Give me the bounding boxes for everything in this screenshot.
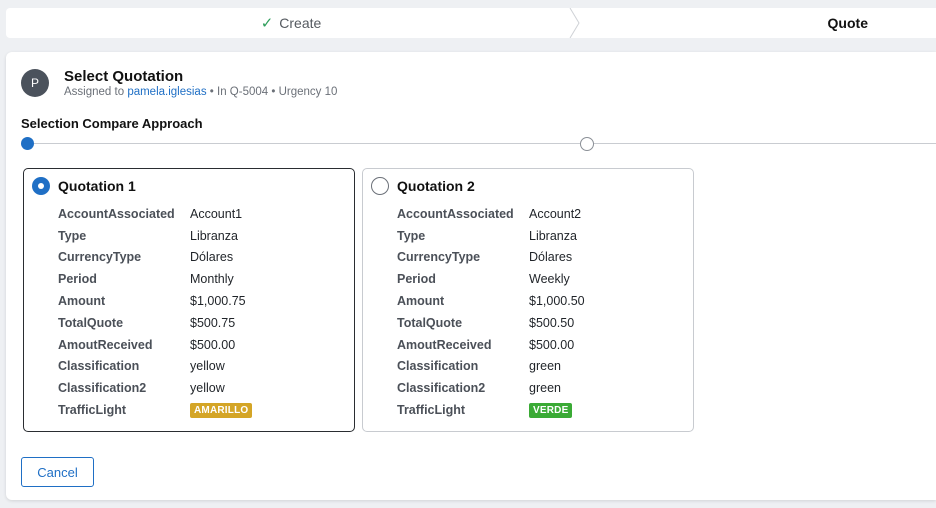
field-row: AccountAssociated Account2 (397, 203, 585, 225)
field-label: Period (397, 272, 436, 287)
field-row: CurrencyType Dólares (397, 247, 585, 269)
field-value: Account2 (529, 206, 582, 221)
carousel-progress-line (27, 143, 936, 144)
case-reference: In Q-5004 (217, 86, 269, 98)
step-quote-label: Quote (827, 15, 868, 31)
field-value: $1,000.50 (529, 294, 585, 309)
field-value: green (529, 381, 561, 396)
field-row: TrafficLight VERDE (397, 399, 585, 421)
field-row: TrafficLight AMARILLO (58, 399, 253, 421)
page-title: Select Quotation (64, 68, 184, 85)
field-label: AccountAssociated (58, 206, 175, 221)
field-row: Classification2 green (397, 377, 585, 399)
step-create[interactable]: ✓ Create (6, 8, 576, 38)
field-value: $500.00 (529, 337, 575, 352)
assignee-link[interactable]: pamela.iglesias (127, 86, 206, 98)
step-quote[interactable]: Quote (586, 8, 936, 38)
field-label: Amount (58, 294, 106, 309)
field-label: Classification (58, 359, 140, 374)
quotation-card-1[interactable]: Quotation 1 AccountAssociated Account1 T… (23, 168, 355, 432)
field-value: Dólares (529, 250, 573, 265)
field-label: TrafficLight (58, 403, 127, 418)
quotation-1-fields: AccountAssociated Account1 Type Libranza… (58, 203, 253, 421)
field-value: yellow (190, 381, 225, 396)
field-row: CurrencyType Dólares (58, 247, 252, 269)
field-label: AmoutReceived (58, 337, 153, 352)
field-row: Amount $1,000.75 (58, 290, 252, 312)
section-heading: Selection Compare Approach (21, 116, 203, 131)
field-label: TrafficLight (397, 403, 466, 418)
check-icon: ✓ (260, 15, 274, 32)
field-row: Classification2 yellow (58, 377, 252, 399)
field-label: CurrencyType (58, 250, 142, 265)
field-row: Type Libranza (58, 225, 252, 247)
field-label: AccountAssociated (397, 206, 514, 221)
field-label: Classification2 (397, 381, 486, 396)
field-row: AccountAssociated Account1 (58, 203, 252, 225)
field-label: Classification2 (58, 381, 147, 396)
field-value: $500.00 (190, 337, 236, 352)
quotation-2-title: Quotation 2 (397, 178, 475, 194)
field-value: $1,000.75 (190, 294, 246, 309)
quotation-2-fields: AccountAssociated Account2 Type Libranza… (397, 203, 585, 421)
field-value: Libranza (190, 228, 238, 243)
step-separator-chevron-icon (569, 8, 580, 38)
field-row: Type Libranza (397, 225, 585, 247)
field-value: Libranza (529, 228, 577, 243)
field-row: TotalQuote $500.50 (397, 312, 585, 334)
cancel-button[interactable]: Cancel (21, 457, 94, 487)
field-row: AmoutReceived $500.00 (397, 334, 585, 356)
step-bar: ✓ Create Quote (6, 8, 936, 38)
field-label: Period (58, 272, 97, 287)
field-value: green (529, 359, 561, 374)
field-label: TotalQuote (58, 315, 124, 330)
step-create-label: Create (279, 15, 322, 31)
field-value: Weekly (529, 272, 570, 287)
task-meta: Assigned to pamela.iglesias • In Q-5004 … (64, 86, 338, 98)
field-row: TotalQuote $500.75 (58, 312, 252, 334)
urgency: Urgency 10 (278, 86, 338, 98)
field-value: $500.50 (529, 315, 575, 330)
field-row: Amount $1,000.50 (397, 290, 585, 312)
quotation-1-radio[interactable] (32, 177, 50, 195)
traffic-light-badge: VERDE (529, 403, 573, 419)
field-value: Monthly (190, 272, 234, 287)
field-value: yellow (190, 359, 225, 374)
field-value: Dólares (190, 250, 234, 265)
field-row: Classification green (397, 356, 585, 378)
field-row: Period Weekly (397, 268, 585, 290)
assignment-panel: P Select Quotation Assigned to pamela.ig… (6, 52, 936, 500)
traffic-light-badge: AMARILLO (190, 403, 253, 419)
carousel-dot-1[interactable] (21, 137, 34, 150)
field-label: Classification (397, 359, 479, 374)
carousel-dot-2[interactable] (580, 137, 594, 151)
field-label: Type (397, 228, 426, 243)
quotation-1-title: Quotation 1 (58, 178, 136, 194)
field-label: TotalQuote (397, 315, 463, 330)
field-row: Period Monthly (58, 268, 252, 290)
field-value: Account1 (190, 206, 243, 221)
quotation-card-2[interactable]: Quotation 2 AccountAssociated Account2 T… (362, 168, 694, 432)
field-row: Classification yellow (58, 356, 252, 378)
quotation-2-radio[interactable] (371, 177, 389, 195)
field-value: $500.75 (190, 315, 236, 330)
field-label: CurrencyType (397, 250, 481, 265)
field-label: Amount (397, 294, 445, 309)
field-row: AmoutReceived $500.00 (58, 334, 252, 356)
field-label: AmoutReceived (397, 337, 492, 352)
avatar: P (21, 69, 49, 97)
assigned-prefix: Assigned to (64, 86, 125, 98)
field-label: Type (58, 228, 87, 243)
